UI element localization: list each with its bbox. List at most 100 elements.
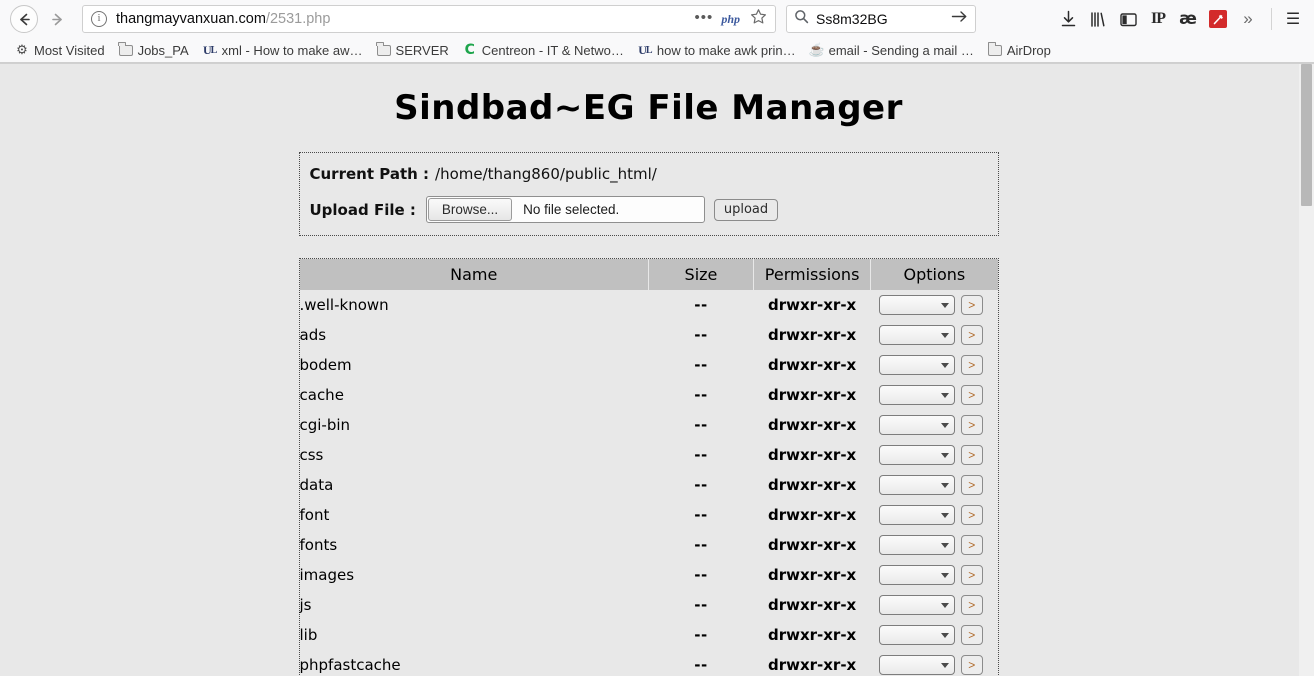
ip-addon-icon[interactable]: IP — [1143, 4, 1173, 34]
options-controls: > — [871, 595, 998, 615]
file-name-cell[interactable]: js — [300, 590, 649, 620]
file-action-go-button[interactable]: > — [960, 295, 983, 315]
file-action-select[interactable] — [878, 565, 955, 585]
hamburger-menu-icon[interactable]: ☰ — [1278, 4, 1308, 34]
file-name-cell[interactable]: lib — [300, 620, 649, 650]
file-permissions-cell[interactable]: drwxr-xr-x — [753, 590, 870, 620]
file-permissions-cell[interactable]: drwxr-xr-x — [753, 470, 870, 500]
file-action-go-button[interactable]: > — [960, 535, 983, 555]
file-permissions-cell[interactable]: drwxr-xr-x — [753, 350, 870, 380]
column-header-name[interactable]: Name — [299, 259, 649, 290]
vertical-scrollbar[interactable] — [1299, 64, 1314, 676]
file-name-cell[interactable]: data — [300, 470, 649, 500]
file-name-cell[interactable]: font — [300, 500, 649, 530]
file-name-cell[interactable]: phpfastcache — [300, 650, 649, 676]
bookmark-xml-awk[interactable]: UL xml - How to make aw… — [196, 40, 370, 61]
file-action-go-button[interactable]: > — [960, 565, 983, 585]
bookmark-awk-print[interactable]: UL how to make awk prin… — [631, 40, 803, 61]
file-name-cell[interactable]: images — [300, 560, 649, 590]
column-header-permissions[interactable]: Permissions — [753, 259, 872, 290]
file-action-go-button[interactable]: > — [960, 505, 983, 525]
file-input[interactable]: Browse... No file selected. — [425, 196, 705, 223]
file-permissions-cell[interactable]: drwxr-xr-x — [753, 620, 870, 650]
browse-button[interactable]: Browse... — [427, 198, 513, 221]
search-bar[interactable]: Ss8m32BG — [786, 5, 976, 33]
back-button[interactable] — [10, 5, 38, 33]
file-action-select[interactable] — [878, 625, 955, 645]
file-action-select[interactable] — [878, 535, 955, 555]
file-action-go-button[interactable]: > — [960, 385, 983, 405]
file-table-body: .well-known -- drwxr-xr-x > ads -- drwxr-xr-x >… — [300, 290, 998, 676]
file-action-go-button[interactable]: > — [960, 415, 983, 435]
upload-button[interactable]: upload — [713, 198, 779, 221]
file-action-go-button[interactable]: > — [960, 475, 983, 495]
site-info-icon[interactable]: i — [91, 11, 107, 27]
file-name-cell[interactable]: cache — [300, 380, 649, 410]
overflow-chevrons-icon[interactable]: » — [1233, 4, 1263, 34]
magic-wand-addon-icon[interactable] — [1209, 10, 1227, 28]
centreon-icon: C — [464, 42, 475, 58]
library-icon[interactable] — [1083, 4, 1113, 34]
file-permissions-cell[interactable]: drwxr-xr-x — [753, 320, 870, 350]
unix-linux-se-icon: UL — [638, 42, 652, 57]
bookmark-centreon[interactable]: C Centreon - IT & Netwo… — [456, 40, 631, 61]
bookmark-airdrop[interactable]: AirDrop — [981, 40, 1058, 61]
page-actions-icon[interactable]: ••• — [695, 9, 714, 26]
file-permissions-cell[interactable]: drwxr-xr-x — [753, 290, 870, 320]
file-name-cell[interactable]: fonts — [300, 530, 649, 560]
file-permissions-cell[interactable]: drwxr-xr-x — [753, 380, 870, 410]
file-action-select[interactable] — [878, 475, 955, 495]
file-permissions-cell[interactable]: drwxr-xr-x — [753, 410, 870, 440]
file-action-select[interactable] — [878, 355, 955, 375]
file-name-cell[interactable]: cgi-bin — [300, 410, 649, 440]
options-controls: > — [871, 355, 998, 375]
table-row: font -- drwxr-xr-x > — [300, 500, 998, 530]
folder-icon — [118, 42, 133, 57]
file-action-select[interactable] — [878, 595, 955, 615]
php-extension-icon[interactable]: php — [721, 12, 740, 27]
search-submit-icon[interactable] — [951, 9, 968, 29]
scrollbar-thumb[interactable] — [1301, 64, 1312, 206]
file-size-cell: -- — [694, 296, 708, 314]
file-action-select[interactable] — [878, 295, 955, 315]
bookmark-label: SERVER — [395, 42, 449, 58]
file-action-select[interactable] — [878, 655, 955, 675]
column-header-options[interactable]: Options — [870, 259, 998, 290]
file-action-select[interactable] — [878, 445, 955, 465]
file-action-go-button[interactable]: > — [960, 325, 983, 345]
bookmark-server[interactable]: SERVER — [370, 40, 456, 61]
folder-icon — [376, 42, 391, 57]
file-action-select[interactable] — [878, 505, 955, 525]
table-row: cgi-bin -- drwxr-xr-x > — [300, 410, 998, 440]
file-permissions-cell[interactable]: drwxr-xr-x — [753, 560, 870, 590]
file-status-text: No file selected. — [523, 202, 620, 217]
bookmark-email-java[interactable]: ☕ email - Sending a mail … — [803, 40, 981, 61]
forward-button[interactable] — [40, 2, 74, 36]
file-action-go-button[interactable]: > — [960, 625, 983, 645]
file-action-select[interactable] — [878, 415, 955, 435]
file-size-cell: -- — [694, 536, 708, 554]
file-action-select[interactable] — [878, 325, 955, 345]
file-action-select[interactable] — [878, 385, 955, 405]
downloads-icon[interactable] — [1053, 4, 1083, 34]
file-name-cell[interactable]: .well-known — [300, 290, 649, 320]
file-name-cell[interactable]: css — [300, 440, 649, 470]
file-permissions-cell[interactable]: drwxr-xr-x — [753, 500, 870, 530]
file-action-go-button[interactable]: > — [960, 355, 983, 375]
bookmark-most-visited[interactable]: ⚙ Most Visited — [8, 40, 112, 61]
file-action-go-button[interactable]: > — [960, 595, 983, 615]
search-input[interactable]: Ss8m32BG — [816, 11, 951, 27]
file-permissions-cell[interactable]: drwxr-xr-x — [753, 440, 870, 470]
bookmark-jobs-pa[interactable]: Jobs_PA — [112, 40, 196, 61]
sidebar-icon[interactable] — [1113, 4, 1143, 34]
file-name-cell[interactable]: bodem — [300, 350, 649, 380]
address-bar[interactable]: i thangmayvanxuan.com/2531.php ••• php — [82, 5, 776, 33]
column-header-size[interactable]: Size — [648, 259, 754, 290]
bookmark-star-icon[interactable] — [750, 8, 767, 30]
file-name-cell[interactable]: ads — [300, 320, 649, 350]
file-permissions-cell[interactable]: drwxr-xr-x — [753, 530, 870, 560]
ae-addon-icon[interactable]: æ — [1173, 4, 1203, 34]
file-action-go-button[interactable]: > — [960, 655, 983, 675]
file-permissions-cell[interactable]: drwxr-xr-x — [753, 650, 870, 676]
file-action-go-button[interactable]: > — [960, 445, 983, 465]
